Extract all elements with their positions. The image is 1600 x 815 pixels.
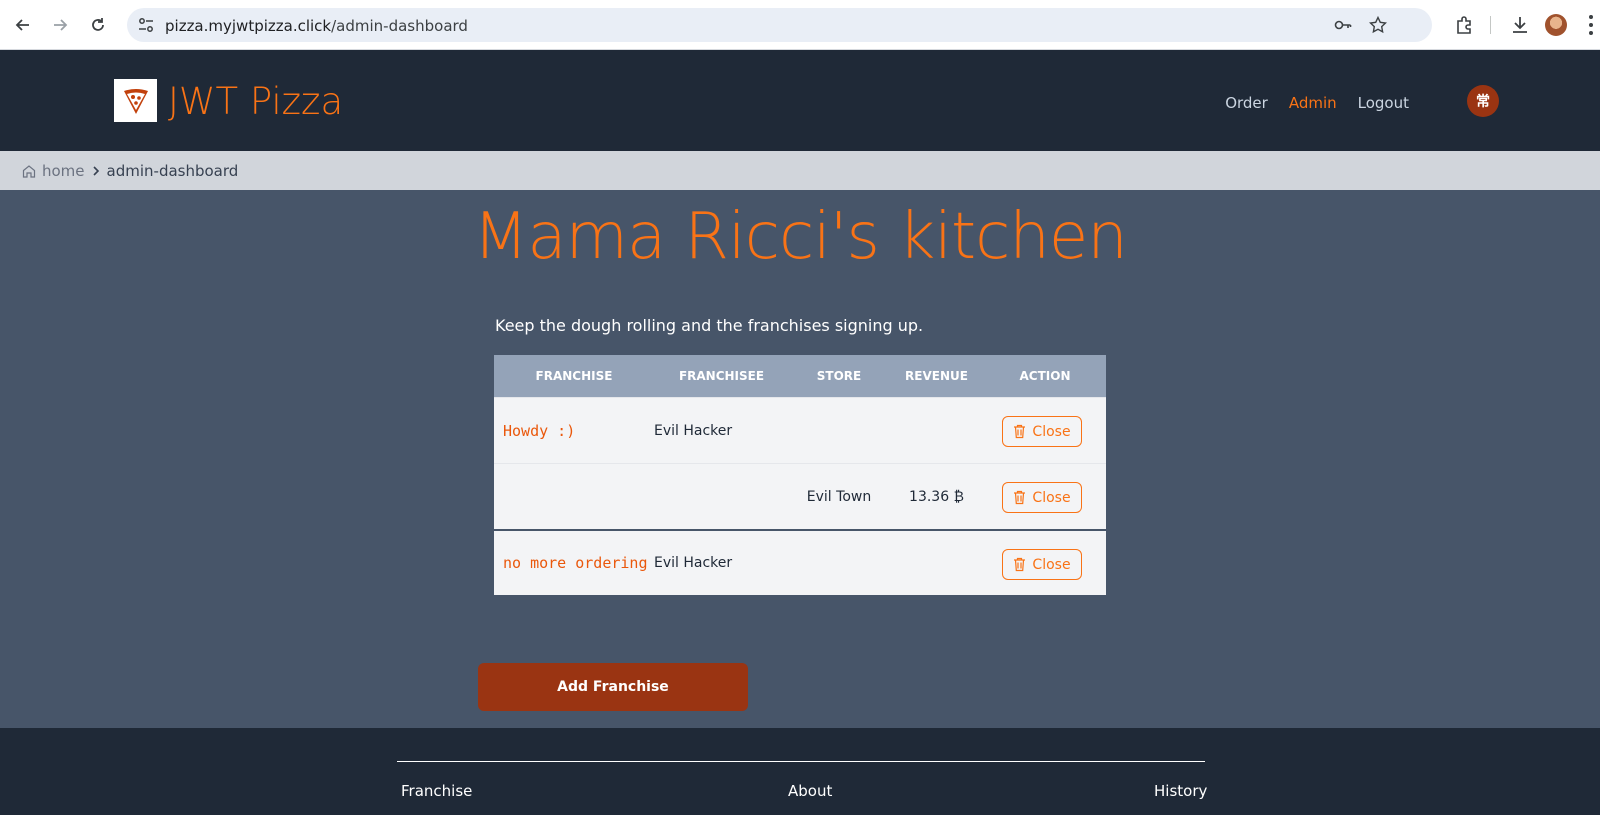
close-store-button[interactable]: Close <box>1002 482 1082 513</box>
franchise-name: no more ordering <box>503 554 648 572</box>
trash-icon <box>1014 490 1026 505</box>
user-avatar[interactable]: 常 <box>1467 85 1499 117</box>
browser-toolbar: pizza.myjwtpizza.click/admin-dashboard <box>0 0 1600 50</box>
franchise-name: Howdy :) <box>503 421 576 440</box>
key-icon[interactable] <box>1334 16 1352 34</box>
extensions-icon[interactable] <box>1454 14 1476 36</box>
footer-link-about[interactable]: About <box>788 782 832 800</box>
chevron-right-icon <box>92 165 99 176</box>
profile-avatar[interactable] <box>1545 14 1567 36</box>
close-franchise-button[interactable]: Close <box>1002 416 1082 447</box>
toolbar-divider <box>1490 16 1491 34</box>
breadcrumb-home[interactable]: home <box>42 162 85 180</box>
header-action: ACTION <box>1019 369 1071 383</box>
app-header: JWT Pizza Order Admin Logout 常 <box>0 50 1600 151</box>
franchisee-name: Evil Hacker <box>654 422 733 439</box>
franchisee-name: Evil Hacker <box>654 555 733 571</box>
nav-admin[interactable]: Admin <box>1289 94 1337 112</box>
header-franchisee: FRANCHISEE <box>678 369 765 383</box>
download-icon[interactable] <box>1509 14 1531 36</box>
header-store: STORE <box>816 369 862 383</box>
table-row: no more ordering Evil Hacker Close <box>494 529 1106 595</box>
page-subtitle: Keep the dough rolling and the franchise… <box>495 316 924 335</box>
brand-title[interactable]: JWT Pizza <box>168 80 343 123</box>
table-header: FRANCHISE FRANCHISEE STORE REVENUE ACTIO… <box>494 355 1106 397</box>
breadcrumb-current[interactable]: admin-dashboard <box>107 162 239 180</box>
back-arrow-icon[interactable] <box>11 13 35 37</box>
url-text: pizza.myjwtpizza.click/admin-dashboard <box>165 17 468 35</box>
star-icon[interactable] <box>1369 16 1387 34</box>
trash-icon <box>1014 557 1026 572</box>
nav-order[interactable]: Order <box>1225 94 1268 112</box>
page-title: Mama Ricci's kitchen <box>473 200 1128 274</box>
revenue-value: 13.36 ₿ <box>909 489 964 505</box>
home-icon[interactable] <box>22 164 36 178</box>
close-label: Close <box>1032 556 1071 573</box>
site-settings-icon[interactable] <box>137 16 155 34</box>
app-footer: Franchise About History <box>0 728 1600 815</box>
address-bar[interactable]: pizza.myjwtpizza.click/admin-dashboard <box>127 8 1432 42</box>
table-row: Evil Town 13.36 ₿ Close <box>494 463 1106 529</box>
store-name: Evil Town <box>806 488 872 505</box>
forward-arrow-icon[interactable] <box>48 13 72 37</box>
footer-divider <box>397 761 1205 762</box>
franchise-table: FRANCHISE FRANCHISEE STORE REVENUE ACTIO… <box>494 355 1106 595</box>
footer-link-history[interactable]: History <box>1154 782 1207 800</box>
trash-icon <box>1014 424 1026 439</box>
header-revenue: REVENUE <box>905 369 968 383</box>
header-franchise: FRANCHISE <box>535 369 613 383</box>
close-label: Close <box>1032 489 1071 506</box>
close-franchise-button[interactable]: Close <box>1002 549 1082 580</box>
add-franchise-button[interactable]: Add Franchise <box>478 663 748 711</box>
table-row: Howdy :) Evil Hacker Close <box>494 397 1106 463</box>
nav-logout[interactable]: Logout <box>1358 94 1409 112</box>
menu-kebab-icon[interactable] <box>1589 15 1593 35</box>
footer-link-franchise[interactable]: Franchise <box>401 782 472 800</box>
close-label: Close <box>1032 423 1071 440</box>
reload-icon[interactable] <box>86 13 110 37</box>
pizza-logo-icon[interactable] <box>114 79 157 122</box>
main-nav: Order Admin Logout <box>1225 94 1470 112</box>
breadcrumb: home admin-dashboard <box>0 151 1600 190</box>
